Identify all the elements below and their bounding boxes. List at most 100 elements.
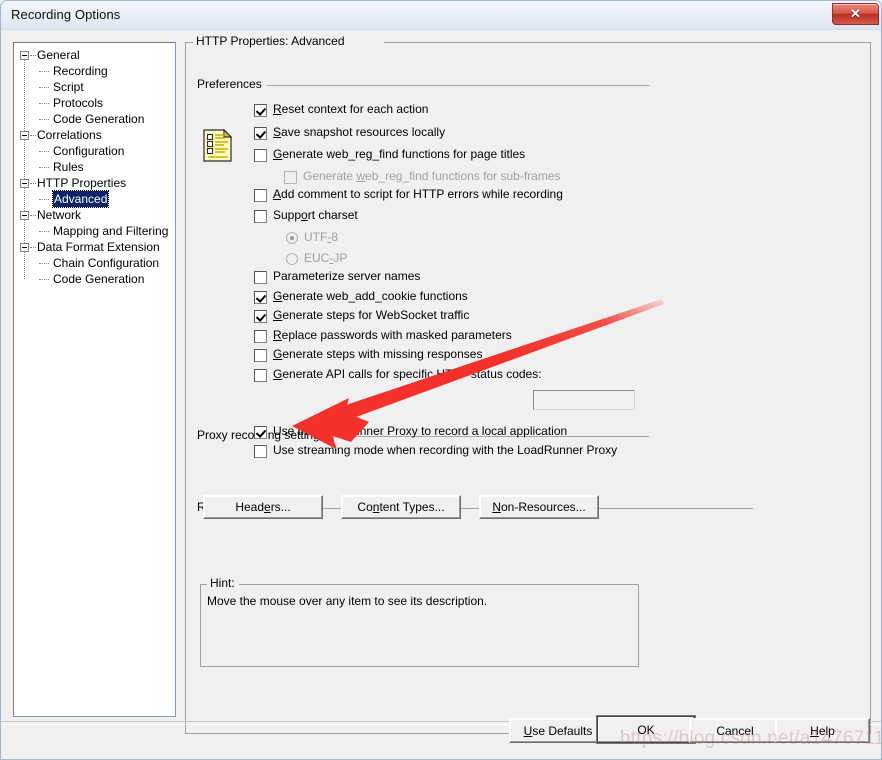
option-label: Reset context for each action	[273, 102, 429, 116]
tree-item-label: Code Generation	[53, 272, 145, 286]
button-ok[interactable]: OK	[597, 716, 695, 743]
tree-expander-icon[interactable]	[20, 131, 29, 140]
settings-tree[interactable]: General Recording Script Protocols Code Gene…	[17, 47, 175, 287]
tree-item-label: Recording	[53, 64, 108, 78]
checkbox-add-comment-to-script-for-http-errors-while-reco[interactable]	[254, 189, 267, 202]
tree-branch-line	[39, 167, 49, 169]
checkbox-use-streaming-mode-when-recording-with-the-loadr[interactable]	[254, 445, 267, 458]
option-label: Use streaming mode when recording with t…	[273, 443, 618, 457]
settings-tree-panel[interactable]: General Recording Script Protocols Code Gene…	[13, 42, 176, 717]
hint-legend: Hint:	[207, 576, 238, 590]
tree-item-label: Configuration	[53, 144, 125, 158]
tree-item-label: Rules	[53, 160, 84, 174]
window-title: Recording Options	[11, 7, 121, 22]
button-use-defaults[interactable]: Use Defaults	[509, 718, 607, 743]
tree-branch-line	[39, 119, 49, 121]
close-button[interactable]: ✕	[832, 3, 879, 25]
tree-expander-icon[interactable]	[20, 243, 29, 252]
button-content-types[interactable]: Content Types...	[341, 495, 461, 519]
tree-item-general[interactable]: General	[17, 47, 175, 63]
checkbox-generate-api-calls-for-specific-http-status-code[interactable]	[254, 369, 267, 382]
checkbox-generate-web-add-cookie-functions[interactable]	[254, 291, 267, 304]
option-label: Save snapshot resources locally	[273, 125, 446, 139]
radio-euc-jp	[286, 253, 298, 265]
tree-branch-line	[39, 103, 49, 105]
checkbox-support-charset[interactable]	[254, 210, 267, 223]
tree-item-network[interactable]: Network	[17, 207, 175, 223]
tree-item-protocols[interactable]: Protocols	[17, 95, 175, 111]
http-status-codes-input[interactable]	[533, 390, 635, 410]
tree-item-label: Data Format Extension	[37, 240, 160, 254]
recording-options-window: Recording Options ✕ General Recording Scri…	[0, 0, 882, 760]
option-label: Generate web_add_cookie functions	[273, 289, 468, 303]
button-headers[interactable]: Headers...	[203, 495, 323, 519]
tree-item-rules[interactable]: Rules	[17, 159, 175, 175]
tree-item-code-generation[interactable]: Code Generation	[17, 111, 175, 127]
checkbox-parameterize-server-names[interactable]	[254, 271, 267, 284]
hint-top-left-rule	[200, 584, 207, 585]
tree-item-label: Protocols	[53, 96, 104, 110]
window-titlebar: Recording Options ✕	[1, 1, 881, 30]
option-label: Generate steps for WebSocket traffic	[273, 308, 470, 322]
radio-utf-8	[286, 232, 298, 244]
screenshot-root: Recording Options ✕ General Recording Scri…	[0, 0, 882, 760]
tree-item-label: HTTP Properties	[37, 176, 127, 190]
tree-item-recording[interactable]: Recording	[17, 63, 175, 79]
option-label: Generate web_reg_find functions for sub-…	[303, 169, 561, 183]
tree-expander-icon[interactable]	[20, 211, 29, 220]
option-label: Generate API calls for specific HTTP sta…	[273, 367, 542, 381]
groupbox-top-left-rule	[185, 42, 193, 43]
checkbox-replace-passwords-with-masked-parameters[interactable]	[254, 330, 267, 343]
checkbox-save-snapshot-resources-locally[interactable]	[254, 127, 267, 140]
tree-item-label: Code Generation	[53, 112, 145, 126]
tree-item-http-properties[interactable]: HTTP Properties	[17, 175, 175, 191]
tree-expander-icon[interactable]	[20, 179, 29, 188]
tree-item-script[interactable]: Script	[17, 79, 175, 95]
options-list-document-icon	[203, 128, 233, 162]
tree-item-mapping-and-filtering[interactable]: Mapping and Filtering	[17, 223, 175, 239]
tree-item-label: Advanced	[51, 190, 110, 208]
tree-branch-line	[39, 71, 49, 73]
panel-title: HTTP Properties: Advanced	[193, 34, 348, 48]
preferences-rule	[267, 85, 649, 87]
tree-branch-line	[30, 135, 36, 137]
tree-branch-line	[30, 215, 36, 217]
tree-item-advanced[interactable]: Advanced	[17, 190, 175, 208]
tree-branch-line	[30, 55, 36, 57]
tree-item-label: Correlations	[37, 128, 102, 142]
tree-branch-line	[30, 183, 36, 185]
tree-item-label: Chain Configuration	[53, 256, 160, 270]
tree-item-data-format-extension[interactable]: Data Format Extension	[17, 239, 175, 255]
checkbox-reset-context-for-each-action[interactable]	[254, 104, 267, 117]
checkbox-generate-steps-with-missing-responses[interactable]	[254, 349, 267, 362]
checkbox-generate-web-reg-find-functions-for-sub-frames	[284, 171, 297, 184]
tree-item-label: Network	[37, 208, 82, 222]
tree-branch-line	[39, 87, 49, 89]
tree-branch-line	[30, 247, 36, 249]
dialog-client-area: General Recording Script Protocols Code Gene…	[1, 30, 881, 759]
tree-item-code-generation[interactable]: Code Generation	[17, 271, 175, 287]
tree-item-label: Mapping and Filtering	[53, 224, 169, 238]
checkbox-use-the-loadrunner-proxy-to-record-a-local-appli[interactable]	[254, 426, 267, 439]
option-label: UTF-8	[304, 230, 339, 244]
option-label: Add comment to script for HTTP errors wh…	[273, 187, 563, 201]
groupbox-top-right-rule	[384, 42, 871, 43]
tree-item-configuration[interactable]: Configuration	[17, 143, 175, 159]
tree-branch-line	[39, 199, 49, 201]
hint-top-right-rule	[239, 584, 639, 585]
tree-branch-line	[39, 231, 49, 233]
tree-branch-line	[39, 279, 49, 281]
button-help[interactable]: Help	[775, 718, 870, 743]
button-non-resources[interactable]: Non-Resources...	[479, 495, 599, 519]
option-label: Generate web_reg_find functions for page…	[273, 147, 526, 161]
button-cancel[interactable]: Cancel	[689, 718, 781, 743]
tree-item-chain-configuration[interactable]: Chain Configuration	[17, 255, 175, 271]
checkbox-generate-steps-for-websocket-traffic[interactable]	[254, 310, 267, 323]
tree-branch-line	[39, 151, 49, 153]
tree-expander-icon[interactable]	[20, 51, 29, 60]
option-label: Generate steps with missing responses	[273, 347, 483, 361]
option-label: Parameterize server names	[273, 269, 421, 283]
tree-item-correlations[interactable]: Correlations	[17, 127, 175, 143]
checkbox-generate-web-reg-find-functions-for-page-titles[interactable]	[254, 149, 267, 162]
preferences-label: Preferences	[197, 77, 262, 91]
